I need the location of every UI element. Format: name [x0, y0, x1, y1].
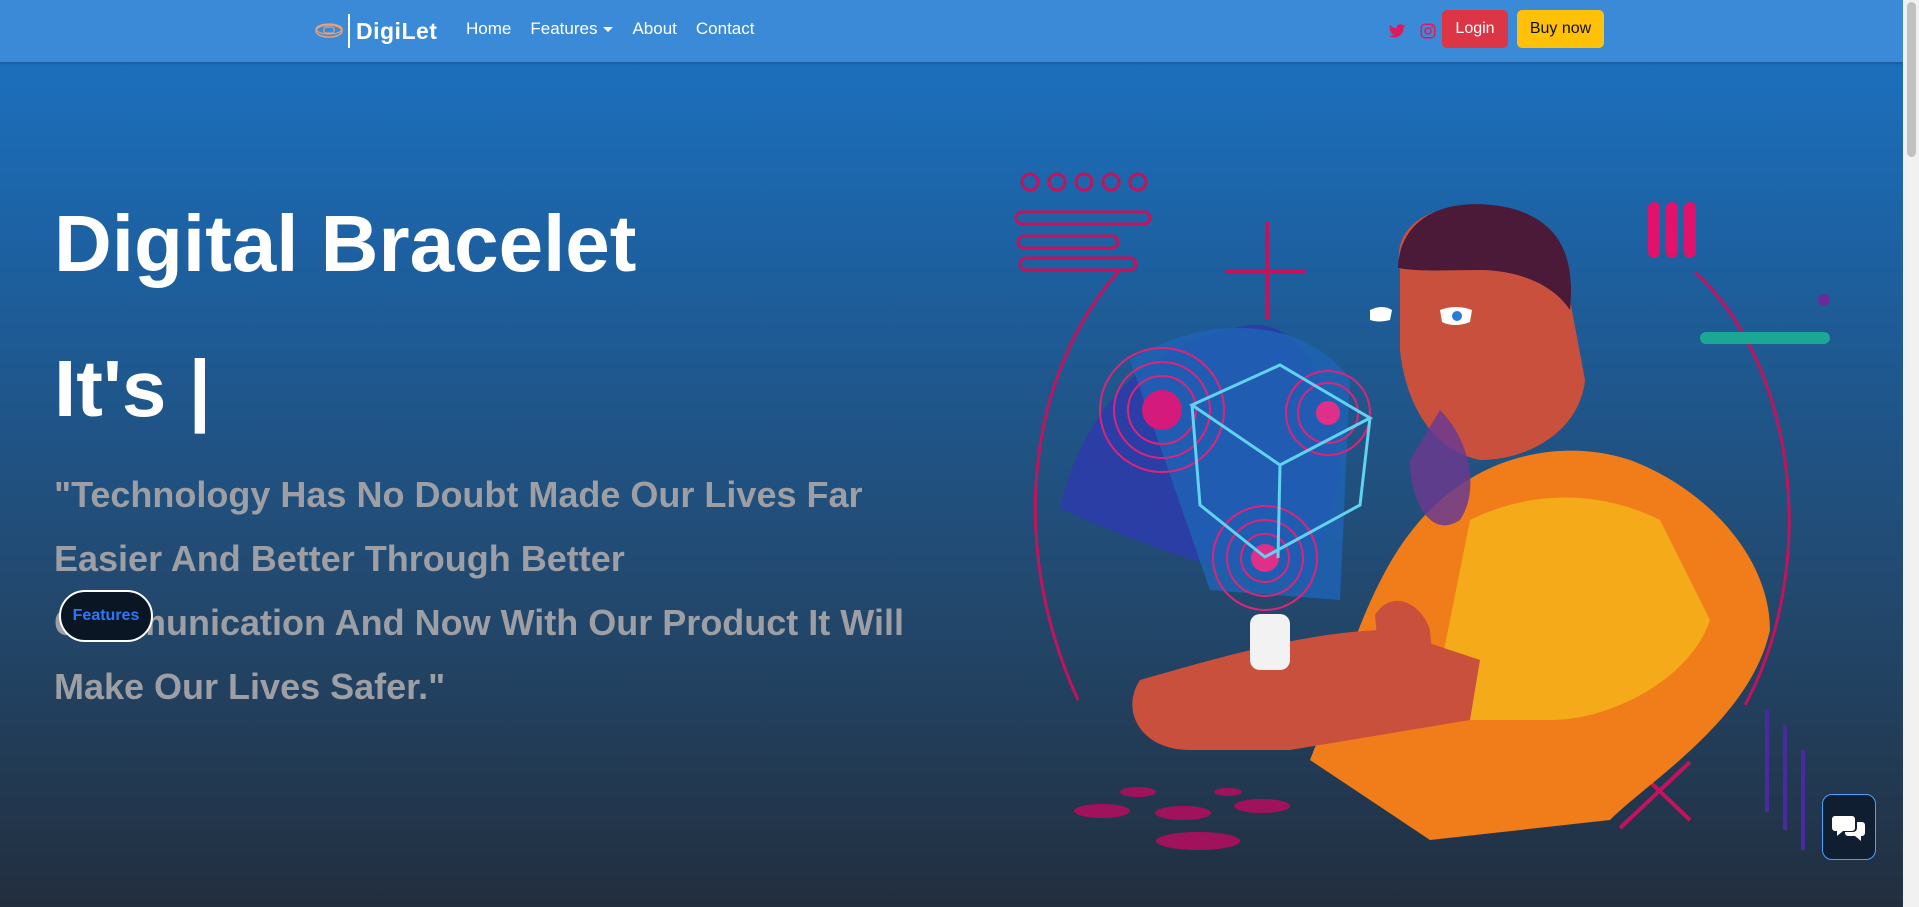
nav-links: Home Features About Contact	[466, 19, 773, 39]
nav-link-home[interactable]: Home	[466, 19, 511, 39]
chat-bubbles-icon	[1832, 816, 1865, 841]
scrollbar[interactable]	[1903, 0, 1919, 907]
login-button[interactable]: Login	[1442, 10, 1508, 48]
twitter-icon[interactable]	[1388, 20, 1406, 42]
hero-title: Digital Bracelet	[54, 199, 637, 288]
chevron-down-icon	[603, 27, 614, 33]
nav-link-features-label: Features	[530, 19, 598, 38]
bracelet-logo-icon	[315, 23, 343, 38]
brand-divider	[348, 14, 350, 48]
hero-quote: "Technology Has No Doubt Made Our Lives …	[54, 474, 904, 707]
features-button[interactable]: Features	[59, 590, 153, 642]
nav-link-about[interactable]: About	[632, 19, 676, 39]
nav-link-features[interactable]: Features	[530, 19, 614, 39]
buy-now-button[interactable]: Buy now	[1517, 10, 1604, 48]
hero-illustration	[1014, 172, 1830, 850]
nav-link-contact[interactable]: Contact	[696, 19, 755, 39]
navbar: DigiLet Home Features About Contact Logi…	[0, 0, 1919, 62]
brand-name: DigiLet	[356, 17, 438, 44]
scrollbar-thumb[interactable]	[1907, 2, 1916, 157]
brand[interactable]: DigiLet	[314, 13, 437, 49]
hero-typed-text: It's |	[54, 344, 211, 433]
chat-button[interactable]	[1822, 794, 1876, 860]
instagram-icon[interactable]	[1419, 20, 1437, 42]
